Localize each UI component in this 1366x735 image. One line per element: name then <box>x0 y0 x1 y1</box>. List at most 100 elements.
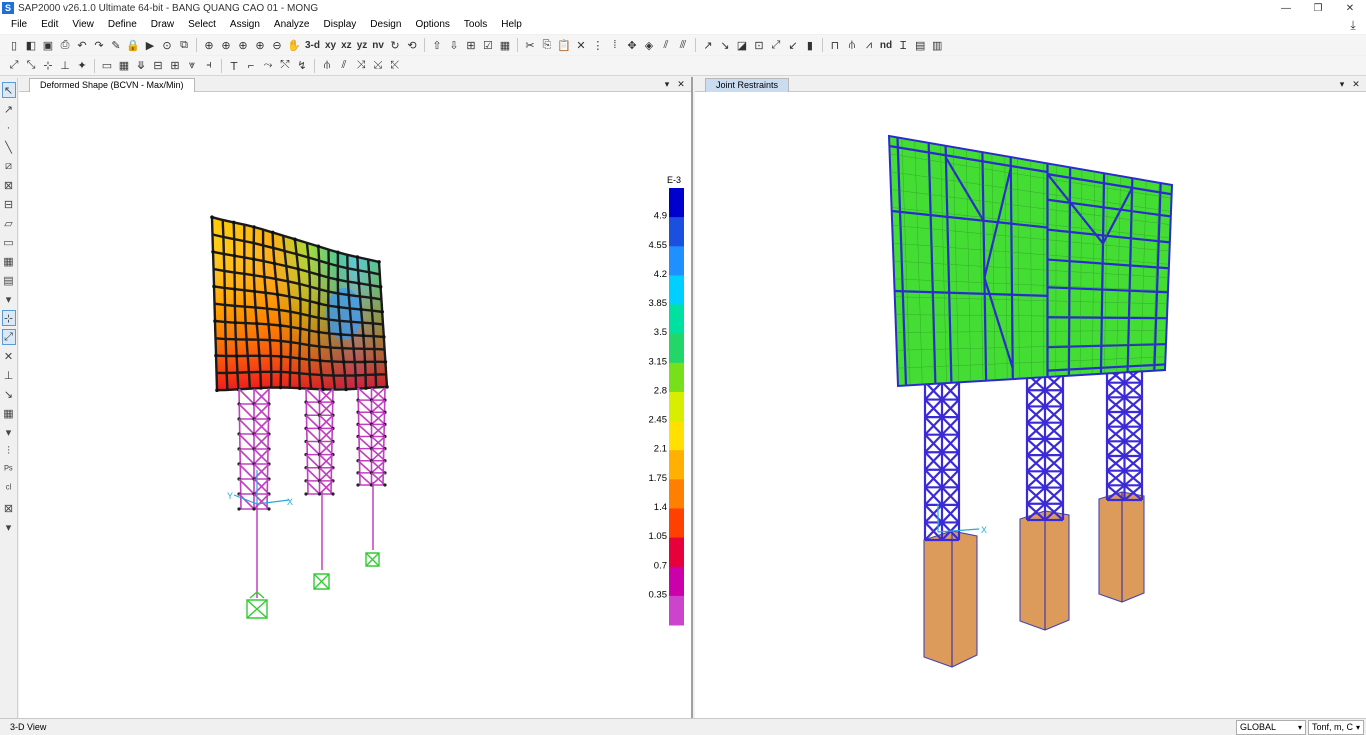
move-down-icon[interactable]: ⇩ <box>446 37 462 53</box>
define-sections-icon[interactable]: ▭ <box>99 58 115 74</box>
draw-rect-area-icon[interactable]: ▭ <box>2 234 16 250</box>
download-icon[interactable]: ⤓ <box>1346 18 1360 32</box>
units-select[interactable]: Tonf, m, C ▾ <box>1308 720 1364 735</box>
draw-area-icon[interactable]: ◪ <box>734 37 750 53</box>
draw-solid-icon[interactable]: ▤ <box>2 272 16 288</box>
cut-icon[interactable]: ✂ <box>522 37 538 53</box>
view-xy-button[interactable]: xy <box>323 37 338 53</box>
snap-lines-icon[interactable]: ⤡ <box>23 58 39 74</box>
select-all-tool-icon[interactable]: ▾ <box>2 424 16 440</box>
frame-output-stations-icon[interactable]: ⫛ <box>319 58 335 74</box>
extrude-icon[interactable]: ⫻ <box>675 37 691 53</box>
object-shrink-icon[interactable]: ⊞ <box>463 37 479 53</box>
draw-frame-tool-icon[interactable]: ╲ <box>2 139 16 155</box>
menu-assign[interactable]: Assign <box>223 16 267 34</box>
draw-poly-area-icon[interactable]: ▱ <box>2 215 16 231</box>
menu-design[interactable]: Design <box>363 16 408 34</box>
tab-joint-restraints[interactable]: Joint Restraints <box>705 78 790 92</box>
zoom-window-icon[interactable]: ⊕ <box>201 37 217 53</box>
coordinate-system-select[interactable]: GLOBAL ▾ <box>1236 720 1306 735</box>
perspective-toggle-icon[interactable]: ⟲ <box>404 37 420 53</box>
frame-property-modifiers-icon[interactable]: ⤪ <box>387 58 403 74</box>
move-icon[interactable]: ✥ <box>624 37 640 53</box>
show-loads-icon[interactable]: ⫛ <box>844 37 860 53</box>
menu-analyze[interactable]: Analyze <box>267 16 317 34</box>
show-deformed-icon[interactable]: ⩘ <box>861 37 877 53</box>
assign-frame-loads-icon[interactable]: ⤳ <box>260 58 276 74</box>
joint-restraints-canvas[interactable]: X <box>695 92 1366 718</box>
restore-button[interactable]: ❐ <box>1302 0 1334 16</box>
pointer-select-icon[interactable]: ↖ <box>1 82 16 98</box>
redo-icon[interactable]: ↷ <box>91 37 107 53</box>
snap-to-joints-icon[interactable]: ⊹ <box>1 310 16 326</box>
snap-to-intersections-icon[interactable]: ⊥ <box>2 367 16 383</box>
expand-tools-icon[interactable]: ▾ <box>2 291 16 307</box>
select-previous-icon[interactable]: ↙ <box>785 37 801 53</box>
show-undeformed-icon[interactable]: ⊓ <box>827 37 843 53</box>
tab-deformed-shape[interactable]: Deformed Shape (BCVN - Max/Min) <box>29 78 195 92</box>
snap-options-icon[interactable]: ✦ <box>74 58 90 74</box>
rubberband-zoom-icon[interactable]: ⊙ <box>159 37 175 53</box>
select-properties-icon[interactable]: ᴾˢ <box>2 462 16 478</box>
reshape-icon[interactable]: ↗ <box>2 101 16 117</box>
deformed-shape-canvas[interactable]: X Y E-3 4.9 4.55 4.2 3.85 3.5 3.15 2.8 2.45 2.1 1… <box>19 92 693 718</box>
define-load-cases-icon[interactable]: ⊟ <box>150 58 166 74</box>
snap-to-edges-icon[interactable]: ✕ <box>2 348 16 364</box>
assign-icon[interactable]: ▦ <box>497 37 513 53</box>
select-all-icon[interactable]: ▮ <box>802 37 818 53</box>
define-combinations-icon[interactable]: ⊞ <box>167 58 183 74</box>
menu-define[interactable]: Define <box>101 16 144 34</box>
secondary-beams-tool-icon[interactable]: ⊟ <box>2 196 16 212</box>
view-xz-button[interactable]: xz <box>339 37 354 53</box>
pan-icon[interactable]: ✋ <box>286 37 302 53</box>
pane-close-icon[interactable]: ✕ <box>1350 77 1362 92</box>
snap-perpendicular-icon[interactable]: ⊥ <box>57 58 73 74</box>
more-tools-icon[interactable]: ▾ <box>2 519 16 535</box>
define-materials-icon[interactable]: ▦ <box>116 58 132 74</box>
zoom-in-icon[interactable]: ⊕ <box>252 37 268 53</box>
menu-display[interactable]: Display <box>317 16 364 34</box>
select-all-objects-icon[interactable]: ⫶ <box>2 443 16 459</box>
menu-view[interactable]: View <box>65 16 101 34</box>
assign-joint-loads-icon[interactable]: ↯ <box>294 58 310 74</box>
menu-draw[interactable]: Draw <box>144 16 181 34</box>
move-up-icon[interactable]: ⇧ <box>429 37 445 53</box>
pane-menu-dropdown-icon[interactable]: ▾ <box>661 77 673 92</box>
deformed-shape-window[interactable]: Deformed Shape (BCVN - Max/Min) ▾ ✕ X Y … <box>19 77 693 718</box>
view-nv-button[interactable]: nv <box>370 37 386 53</box>
draw-frame-icon[interactable]: ↗ <box>700 37 716 53</box>
open-model-icon[interactable]: ◧ <box>23 37 39 53</box>
replicate-icon[interactable]: ⋮ <box>590 37 606 53</box>
view-yz-button[interactable]: yz <box>355 37 370 53</box>
draw-joint-icon[interactable]: · <box>2 120 16 136</box>
undo-icon[interactable]: ↶ <box>74 37 90 53</box>
view-nd-button[interactable]: nd <box>878 37 894 53</box>
show-forces-icon[interactable]: Ｉ <box>895 37 911 53</box>
select-window-icon[interactable]: ⊡ <box>751 37 767 53</box>
align-icon[interactable]: ⫽ <box>658 37 674 53</box>
paste-icon[interactable]: 📋 <box>556 37 572 53</box>
copy-icon[interactable]: ⎘ <box>539 37 555 53</box>
rotate-3d-icon[interactable]: ↻ <box>387 37 403 53</box>
zoom-full-icon[interactable]: ⊕ <box>218 37 234 53</box>
menu-tools[interactable]: Tools <box>457 16 494 34</box>
print-icon[interactable]: ⎙ <box>57 37 73 53</box>
menu-help[interactable]: Help <box>494 16 529 34</box>
quick-draw-frame-icon[interactable]: ↘ <box>717 37 733 53</box>
new-model-icon[interactable]: ▯ <box>6 37 22 53</box>
menu-edit[interactable]: Edit <box>34 16 65 34</box>
snap-to-lines-icon[interactable]: ⤢ <box>1 329 16 345</box>
view-3d-button[interactable]: 3-d <box>303 37 322 53</box>
divide-frames-icon[interactable]: ⁞ <box>607 37 623 53</box>
snap-intersections-icon[interactable]: ⊹ <box>40 58 56 74</box>
delete-icon[interactable]: ✕ <box>573 37 589 53</box>
assign-frame-releases-icon[interactable]: ⌐ <box>243 58 259 74</box>
menu-options[interactable]: Options <box>408 16 456 34</box>
assign-springs-icon[interactable]: ⫞ <box>201 58 217 74</box>
merge-joints-icon[interactable]: ◈ <box>641 37 657 53</box>
define-load-patterns-icon[interactable]: ⤋ <box>133 58 149 74</box>
lock-icon[interactable]: 🔒 <box>125 37 141 53</box>
assign-area-loads-icon[interactable]: ⤲ <box>277 58 293 74</box>
snap-fine-grid-icon[interactable]: ▦ <box>2 405 16 421</box>
set-display-options-icon[interactable]: ☑ <box>480 37 496 53</box>
